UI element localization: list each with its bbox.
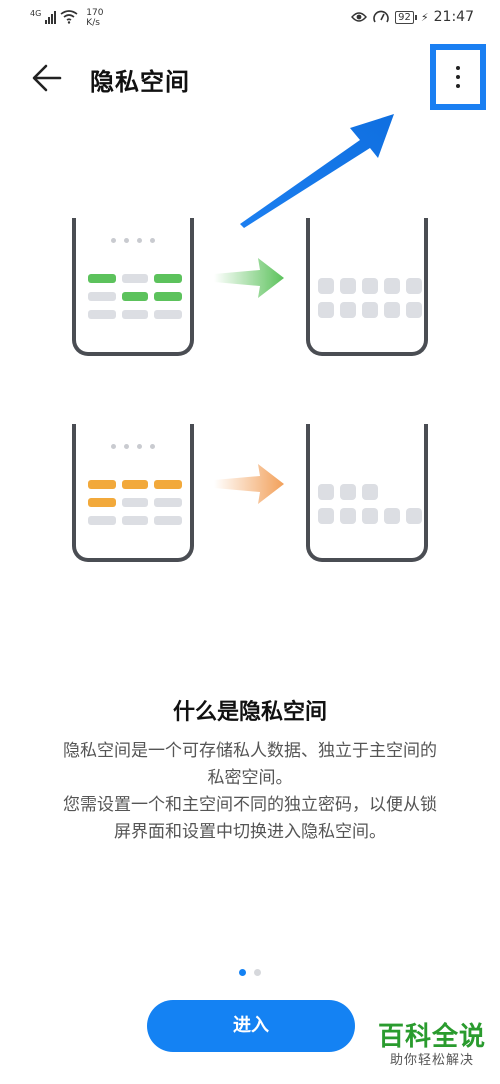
watermark-sub: 助你轻松解决 [389, 1053, 474, 1068]
battery-icon: 92 [395, 10, 417, 24]
info-line-1: 隐私空间是一个可存储私人数据、独立于主空间的 [63, 741, 437, 761]
speed-value: 170 [86, 8, 104, 18]
gauge-icon [373, 10, 389, 23]
watermark-logo: 百科全说 助你轻松解决 [376, 1022, 488, 1070]
page-dots-decor [76, 444, 190, 449]
status-left: 4G 170 K/s [30, 8, 103, 28]
signal-icon [45, 10, 57, 24]
phone-illustration-private-grid [306, 218, 428, 356]
charging-icon: ⚡ [420, 10, 429, 24]
info-title: 什么是隐私空间 [172, 700, 327, 725]
network-type: 4G [30, 9, 42, 18]
privacy-illustration [0, 210, 500, 570]
info-line-4: 屏界面和设置中切换进入隐私空间。 [114, 822, 386, 842]
more-options-button[interactable] [430, 44, 486, 110]
green-arrow-icon [214, 258, 284, 298]
phone-illustration-main-orange [72, 424, 194, 562]
orange-arrow-icon [214, 464, 284, 504]
watermark-main: 百科全说 [377, 1022, 486, 1052]
page-indicator [0, 969, 500, 976]
network-speed: 170 K/s [86, 8, 103, 28]
app-header: 隐私空间 [0, 40, 500, 116]
phone-illustration-private-partial [306, 424, 428, 562]
clock: 21:47 [433, 9, 474, 25]
status-bar: 4G 170 K/s 92 ⚡ 21:47 [0, 0, 500, 36]
speed-unit: K/s [86, 18, 100, 28]
phone-illustration-main-green [72, 218, 194, 356]
back-button[interactable] [28, 60, 68, 96]
enter-button[interactable]: 进入 [147, 1000, 355, 1052]
page-dot-1[interactable] [239, 969, 246, 976]
arrow-left-icon [32, 64, 62, 92]
eye-icon [351, 12, 368, 22]
more-vertical-icon [456, 61, 460, 93]
page-dots-decor [76, 238, 190, 243]
info-line-3: 您需设置一个和主空间不同的独立密码，以便从锁 [63, 795, 437, 815]
page-dot-2[interactable] [254, 969, 261, 976]
info-description: 隐私空间是一个可存储私人数据、独立于主空间的 私密空间。 您需设置一个和主空间不… [30, 738, 470, 846]
wifi-icon [60, 10, 78, 24]
status-right: 92 ⚡ 21:47 [351, 9, 474, 25]
page-title: 隐私空间 [90, 68, 190, 96]
info-line-2: 私密空间。 [207, 768, 293, 788]
